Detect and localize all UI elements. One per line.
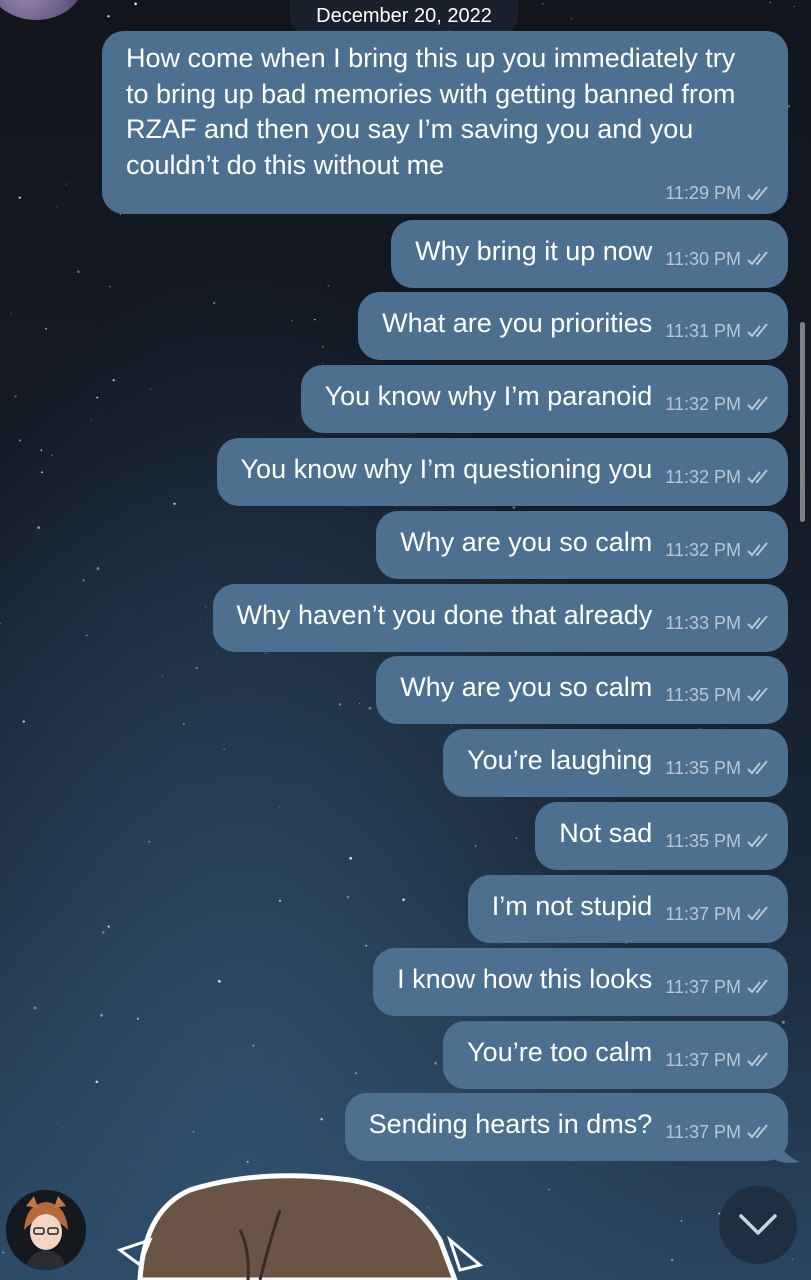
message-meta: 11:32 PM (665, 394, 771, 415)
message-meta: 11:37 PM (665, 1050, 771, 1071)
message-text: Why are you so calm (400, 672, 653, 702)
scroll-down-button[interactable] (719, 1186, 797, 1264)
message-meta: 11:37 PM (665, 1122, 771, 1143)
message-meta: 11:37 PM (665, 977, 771, 998)
message-text: Why haven’t you done that already (236, 600, 653, 630)
message-time: 11:33 PM (665, 612, 741, 633)
message-time: 11:29 PM (665, 183, 741, 203)
message-meta: 11:32 PM (665, 540, 771, 561)
message-bubble[interactable]: You know why I’m paranoid 11:32 PM (300, 365, 788, 433)
message-time: 11:32 PM (665, 539, 741, 560)
message-text: Not sad (559, 818, 653, 848)
message-time: 11:37 PM (665, 976, 741, 997)
message-bubble[interactable]: You’re too calm 11:37 PM (443, 1021, 788, 1089)
message-bubble[interactable]: I know how this looks 11:37 PM (373, 948, 788, 1016)
message-time: 11:32 PM (665, 466, 741, 487)
message-text: What are you priorities (382, 308, 653, 338)
message-meta: 11:31 PM (665, 321, 771, 342)
double-check-icon (747, 1052, 768, 1067)
message-time: 11:35 PM (665, 684, 741, 705)
double-check-icon (747, 979, 768, 994)
message-text: How come when I bring this up you immedi… (126, 43, 736, 180)
message-bubble[interactable]: Sending hearts in dms? 11:37 PM (344, 1093, 788, 1161)
double-check-icon (747, 687, 768, 702)
message-meta: 11:37 PM (665, 904, 771, 925)
message-text: Why bring it up now (415, 236, 653, 266)
message-time: 11:37 PM (665, 1049, 741, 1070)
message-meta: 11:32 PM (665, 467, 771, 488)
double-check-icon (747, 906, 768, 921)
contact-avatar[interactable] (6, 1190, 86, 1270)
double-check-icon (747, 185, 768, 200)
message-bubble[interactable]: I’m not stupid 11:37 PM (467, 875, 788, 943)
double-check-icon (747, 760, 768, 775)
message-text: You know why I’m questioning you (240, 454, 653, 484)
contact-avatar-top[interactable] (0, 0, 84, 20)
message-bubble[interactable]: You’re laughing 11:35 PM (443, 729, 788, 797)
message-text: I know how this looks (397, 964, 653, 994)
chevron-down-icon (739, 1214, 777, 1235)
message-text: Sending hearts in dms? (368, 1109, 653, 1139)
double-check-icon (747, 1124, 768, 1139)
double-check-icon (747, 615, 768, 630)
message-time: 11:35 PM (665, 830, 741, 851)
message-bubble[interactable]: Why bring it up now 11:30 PM (391, 220, 788, 288)
message-meta: 11:33 PM (665, 613, 771, 634)
message-bubble[interactable]: Why haven’t you done that already 11:33 … (212, 584, 788, 652)
message-meta: 11:29 PM (665, 183, 771, 204)
double-check-icon (747, 833, 768, 848)
sticker-illustration (116, 1173, 484, 1280)
message-time: 11:31 PM (665, 320, 741, 341)
date-header: December 20, 2022 (290, 0, 518, 34)
double-check-icon (747, 396, 768, 411)
message-meta: 11:35 PM (665, 831, 771, 852)
message-bubble[interactable]: How come when I bring this up you immedi… (102, 31, 788, 214)
message-meta: 11:35 PM (665, 758, 771, 779)
message-text: You’re too calm (467, 1037, 653, 1067)
message-meta: 11:30 PM (665, 249, 771, 270)
message-time: 11:32 PM (665, 393, 741, 414)
double-check-icon (747, 542, 768, 557)
message-text: I’m not stupid (491, 891, 653, 921)
message-text: Why are you so calm (400, 527, 653, 557)
double-check-icon (747, 251, 768, 266)
sticker-image[interactable] (110, 1170, 490, 1280)
message-bubble[interactable]: What are you priorities 11:31 PM (358, 292, 788, 360)
message-time: 11:35 PM (665, 757, 741, 778)
message-bubble[interactable]: Why are you so calm 11:35 PM (376, 656, 788, 724)
scrollbar[interactable] (800, 322, 805, 522)
message-bubble[interactable]: You know why I’m questioning you 11:32 P… (216, 438, 788, 506)
message-time: 11:37 PM (665, 903, 741, 924)
message-bubble[interactable]: Why are you so calm 11:32 PM (376, 511, 788, 579)
bubble-tail (772, 1138, 800, 1163)
message-text: You know why I’m paranoid (324, 381, 653, 411)
double-check-icon (747, 323, 768, 338)
message-time: 11:30 PM (665, 248, 741, 269)
avatar-illustration (6, 1190, 86, 1270)
message-text: You’re laughing (467, 745, 653, 775)
message-bubble[interactable]: Not sad 11:35 PM (535, 802, 788, 870)
double-check-icon (747, 469, 768, 484)
message-meta: 11:35 PM (665, 685, 771, 706)
message-time: 11:37 PM (665, 1121, 741, 1142)
